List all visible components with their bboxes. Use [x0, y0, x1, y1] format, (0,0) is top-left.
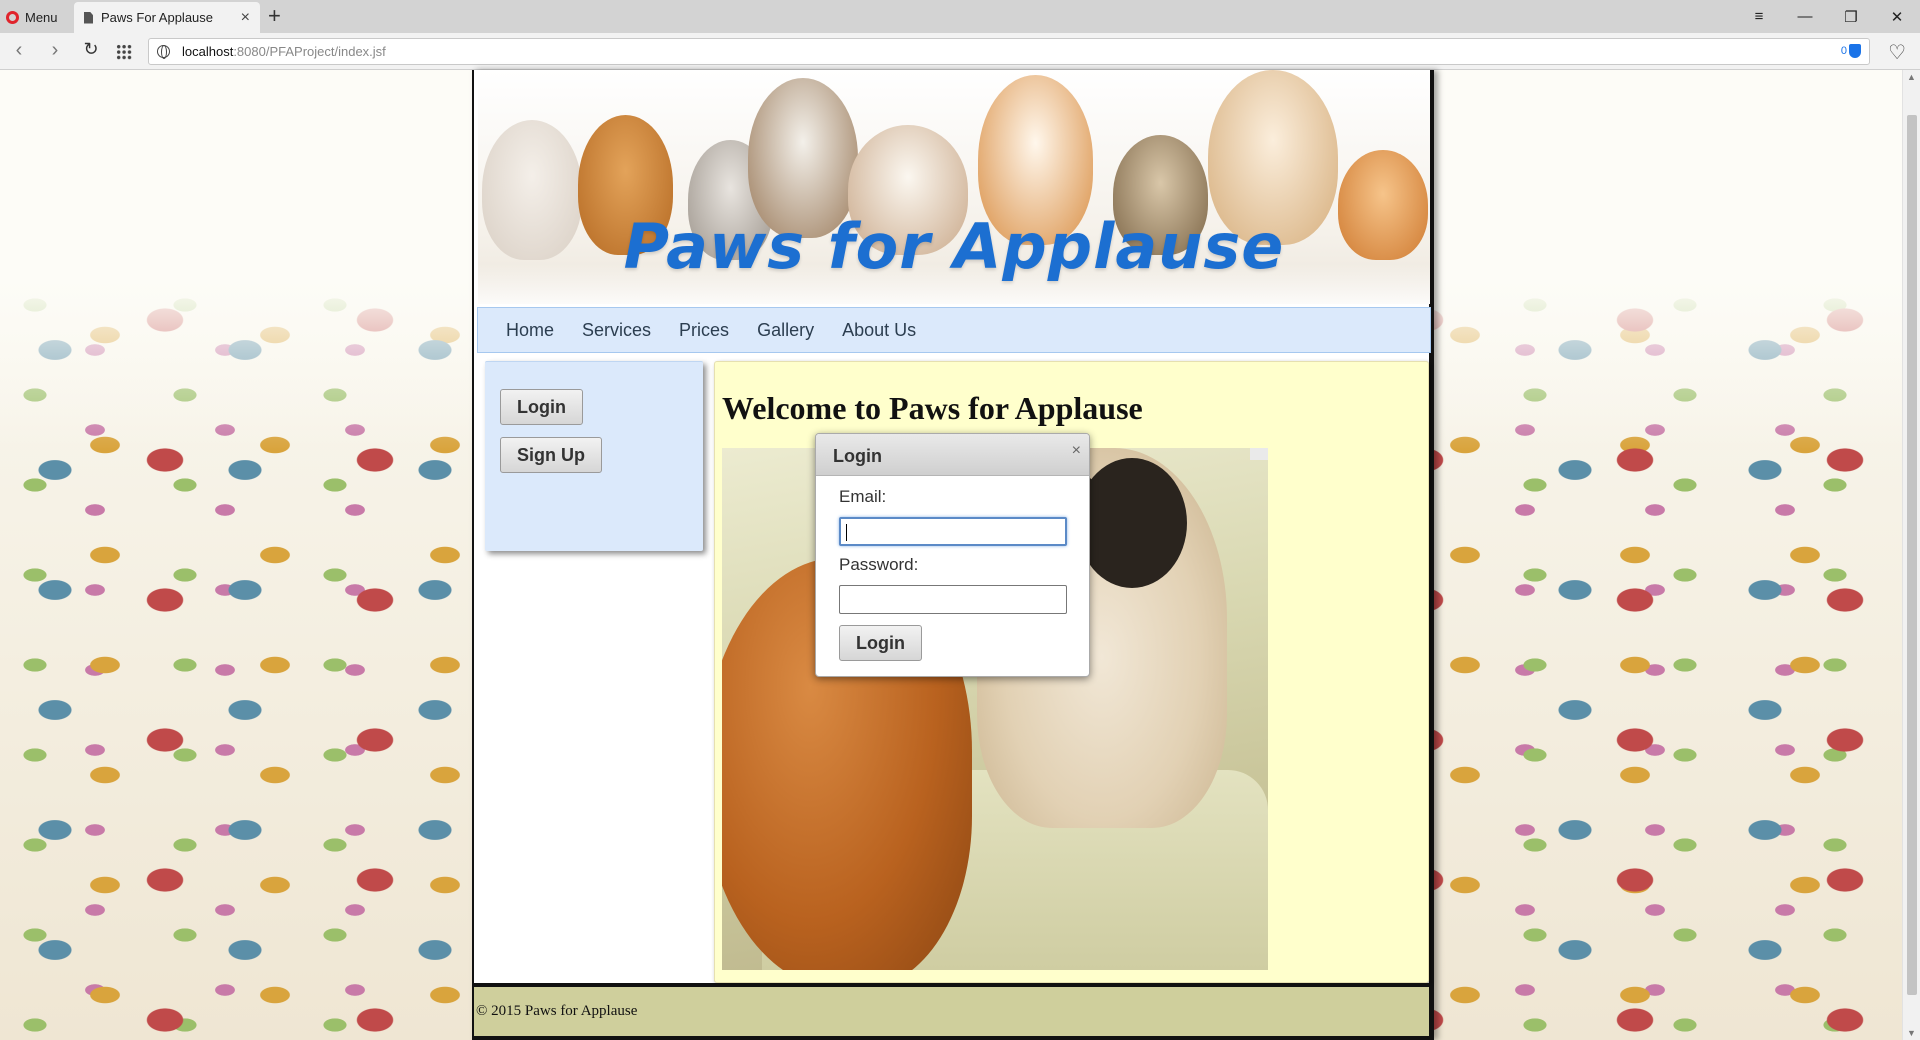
- nav-home[interactable]: Home: [492, 320, 568, 341]
- page-icon: [84, 11, 93, 24]
- nav-gallery[interactable]: Gallery: [743, 320, 828, 341]
- vpn-count: 0: [1840, 45, 1847, 57]
- tab-close-icon[interactable]: ×: [241, 9, 250, 27]
- close-window-icon[interactable]: ✕: [1874, 8, 1920, 26]
- scroll-thumb[interactable]: [1907, 115, 1917, 995]
- sidebar-panel: Login Sign Up: [485, 361, 703, 551]
- sidebar-signup-button[interactable]: Sign Up: [500, 437, 602, 473]
- pug-face-shape: [1077, 458, 1187, 588]
- photo-corner: [1250, 448, 1268, 460]
- globe-icon: [157, 45, 170, 59]
- dialog-titlebar[interactable]: Login ×: [816, 434, 1089, 476]
- text-caret: [846, 524, 847, 541]
- tab-title: Paws For Applause: [101, 10, 214, 25]
- email-label: Email:: [839, 487, 887, 506]
- close-icon[interactable]: ×: [1072, 442, 1081, 460]
- site-footer: © 2015 Paws for Applause: [474, 983, 1429, 1040]
- url-field[interactable]: localhost:8080/PFAProject/index.jsf 0: [148, 38, 1870, 65]
- page-heading: Welcome to Paws for Applause: [722, 390, 1143, 426]
- reload-icon[interactable]: ↻: [78, 39, 104, 60]
- scroll-down-icon[interactable]: ▼: [1907, 1028, 1916, 1038]
- site-logo-title: Paws for Applause: [623, 210, 1285, 283]
- sidebar-login-button[interactable]: Login: [500, 389, 583, 425]
- header-banner: Paws for Applause: [478, 70, 1430, 304]
- window-controls: ≡ — ❐ ✕: [1736, 0, 1920, 33]
- footer-copyright: © 2015 Paws for Applause: [476, 1003, 638, 1019]
- shield-icon: [1849, 44, 1861, 58]
- address-bar: ‹ › ↻ localhost:8080/PFAProject/index.js…: [0, 33, 1920, 70]
- browser-menu-label: Menu: [25, 9, 58, 25]
- email-field[interactable]: [839, 517, 1067, 546]
- scroll-up-icon[interactable]: ▲: [1907, 72, 1916, 82]
- url-path: :8080/PFAProject/index.jsf: [233, 44, 386, 59]
- url-host: localhost: [182, 44, 234, 59]
- password-label: Password:: [839, 555, 919, 574]
- restore-icon[interactable]: ❐: [1828, 8, 1874, 26]
- password-field[interactable]: [839, 585, 1067, 614]
- main-nav: Home Services Prices Gallery About Us: [477, 307, 1431, 353]
- nav-services[interactable]: Services: [568, 320, 665, 341]
- vpn-badge[interactable]: 0: [1841, 44, 1861, 58]
- dialog-title: Login: [833, 446, 882, 466]
- dialog-login-button[interactable]: Login: [839, 625, 922, 661]
- new-tab-button[interactable]: +: [268, 4, 281, 28]
- minimize-icon[interactable]: —: [1782, 8, 1828, 25]
- bookmark-heart-icon[interactable]: ♡: [1888, 40, 1906, 65]
- speed-dial-icon[interactable]: [116, 44, 132, 60]
- forward-icon[interactable]: ›: [42, 39, 68, 62]
- nav-prices[interactable]: Prices: [665, 320, 743, 341]
- browser-menu-button[interactable]: Menu: [6, 6, 58, 28]
- vertical-scrollbar[interactable]: ▲ ▼: [1902, 70, 1920, 1040]
- browser-tab[interactable]: Paws For Applause ×: [74, 2, 260, 33]
- tab-menu-icon[interactable]: ≡: [1736, 8, 1782, 25]
- login-dialog: Login × Email: Password: Login: [815, 433, 1090, 677]
- browser-tab-bar: Menu Paws For Applause × + ≡ — ❐ ✕: [0, 0, 1920, 33]
- nav-about-us[interactable]: About Us: [828, 320, 930, 341]
- opera-logo-icon: [6, 10, 19, 24]
- back-icon[interactable]: ‹: [6, 39, 32, 62]
